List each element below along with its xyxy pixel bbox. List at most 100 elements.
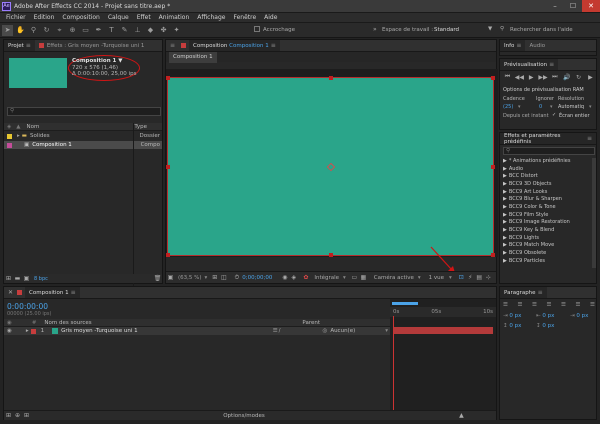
effects-item[interactable]: ▶ BCC9 Match Move (500, 242, 596, 250)
align-center-icon[interactable]: ☰ (518, 302, 523, 308)
audio-icon[interactable]: 🔊 (562, 73, 571, 82)
transform-handle-tr[interactable] (491, 76, 495, 80)
menu-affichage[interactable]: Affichage (197, 14, 225, 21)
views-dropdown-icon[interactable]: ▾ (449, 275, 452, 281)
tab-effects-presets[interactable]: Effets et paramètres prédéfinis ≡ (500, 133, 596, 145)
resolution-dropdown-icon[interactable]: ▾ (343, 275, 346, 281)
ignore-field[interactable]: 0 (539, 104, 542, 110)
zoom-slider-icon[interactable]: ▲ (457, 411, 466, 420)
toggle-switches-modes[interactable]: Options/modes (223, 413, 265, 419)
work-area-bar[interactable] (392, 302, 418, 305)
transform-handle-bc[interactable] (329, 253, 333, 257)
layer-label-color-icon[interactable] (30, 328, 36, 334)
justify-left-icon[interactable]: ☰ (547, 302, 552, 308)
show-snapshot-icon[interactable]: ◈ (289, 273, 298, 282)
effects-item[interactable]: ▶ BCC9 3D Objects (500, 180, 596, 188)
resolution-dropdown-icon-preview[interactable]: ▾ (589, 104, 592, 110)
layer-expand-icon[interactable]: ▸ (26, 328, 29, 334)
next-frame-icon[interactable]: ▶▶ (538, 73, 547, 82)
justify-center-icon[interactable]: ☰ (561, 302, 566, 308)
col-type[interactable]: Type (134, 124, 147, 130)
effects-item[interactable]: ▶ BCC9 Film Style (500, 211, 596, 219)
new-folder-icon[interactable]: ▬ (13, 274, 22, 283)
rotate-tool-icon[interactable]: ↻ (41, 25, 52, 36)
tab-composition[interactable]: Composition Composition 1 ≡ (189, 40, 280, 51)
pen-tool-icon[interactable]: ✒ (93, 25, 104, 36)
always-preview-icon[interactable]: ▣ (166, 273, 175, 282)
fast-previews-icon[interactable]: ⚡ (466, 273, 475, 282)
current-time-indicator[interactable] (393, 316, 394, 416)
quality-switch-icon[interactable]: / (279, 328, 281, 334)
effects-item[interactable]: ▶ BCC9 Color & Tone (500, 203, 596, 211)
composition-canvas[interactable] (166, 76, 495, 257)
workspace-arrows-icon[interactable]: » (373, 26, 377, 33)
first-frame-icon[interactable]: ⏮ (503, 73, 512, 82)
text-tool-icon[interactable]: T (106, 25, 117, 36)
rectangle-tool-icon[interactable]: ▭ (80, 25, 91, 36)
trash-icon[interactable]: 🗑 (153, 274, 162, 283)
layer-duration-bar[interactable] (393, 327, 493, 334)
full-screen-checkbox[interactable]: ✓ (552, 112, 556, 118)
menu-fenetre[interactable]: Fenêtre (233, 14, 256, 21)
transform-handle-tl[interactable] (166, 76, 170, 80)
sub-tab-composition[interactable]: Composition 1 (169, 51, 217, 63)
shy-switch-icon[interactable]: ☰ (273, 328, 278, 334)
timeline-timecode[interactable]: 0:00:00:00 (7, 302, 48, 311)
menu-composition[interactable]: Composition (62, 14, 99, 21)
tab-timeline-composition[interactable]: Composition 1 ≡ (25, 287, 80, 298)
indent-right[interactable]: ⇤ 0 px (536, 313, 554, 319)
minimize-button[interactable]: – (546, 0, 564, 12)
tab-info[interactable]: Info ≡ (500, 40, 526, 51)
tab-audio[interactable]: Audio (525, 40, 549, 51)
views-select[interactable]: 1 vue (429, 275, 444, 281)
tab-preview[interactable]: Prévisualisation ≡ (500, 59, 559, 70)
bpc-label[interactable]: 8 bpc (34, 276, 48, 282)
interpret-footage-icon[interactable]: ⊞ (4, 274, 13, 283)
brush-tool-icon[interactable]: ✎ (119, 25, 130, 36)
ram-options-label[interactable]: Options de prévisualisation RAM (503, 87, 584, 93)
time-icon[interactable]: ⏱ (232, 273, 241, 282)
project-item-composition[interactable]: ▣ Composition 1 Compo (4, 141, 162, 149)
layer-parent-select[interactable]: Aucun(e) (330, 328, 355, 334)
transform-handle-mr[interactable] (491, 165, 495, 169)
new-comp-icon[interactable]: ▣ (22, 274, 31, 283)
layer-visibility-icon[interactable]: ◉ (7, 328, 12, 334)
toggle-pixel-aspect-icon[interactable]: ⊡ (457, 273, 466, 282)
effects-item[interactable]: ▶ Audio (500, 165, 596, 173)
effects-item[interactable]: ▶ BCC9 Particles (500, 257, 596, 265)
timeline-icon[interactable]: ▤ (475, 273, 484, 282)
parent-pickwhip-icon[interactable]: ◎ (323, 328, 328, 334)
magnification-dropdown-icon[interactable]: ▾ (205, 275, 208, 281)
camera-select[interactable]: Caméra active (374, 275, 414, 281)
transform-handle-ml[interactable] (166, 165, 170, 169)
col-name[interactable]: Nom (26, 124, 39, 130)
anchor-point-icon[interactable] (326, 162, 336, 172)
menu-fichier[interactable]: Fichier (6, 14, 26, 21)
indent-first-line[interactable]: ⇥ 0 px (570, 313, 588, 319)
menu-aide[interactable]: Aide (264, 14, 277, 21)
indent-left[interactable]: ⇥ 0 px (503, 313, 521, 319)
magnification-select[interactable]: (63,5 %) (178, 275, 202, 281)
help-search-input[interactable]: Rechercher dans l'aide (510, 27, 573, 33)
close-button[interactable]: ✕ (582, 0, 600, 12)
switches-icon[interactable]: ⊕ (13, 411, 22, 420)
tab-paragraph[interactable]: Paragraphe ≡ (500, 287, 547, 298)
zoom-tool-icon[interactable]: ⚲ (28, 25, 39, 36)
snap-checkbox[interactable] (254, 26, 260, 32)
ignore-dropdown-icon[interactable]: ▾ (550, 104, 553, 110)
effects-item[interactable]: ▶ BCC9 Lights (500, 234, 596, 242)
roi-icon[interactable]: ▭ (350, 273, 359, 282)
expand-icon[interactable]: ⊞ (22, 411, 31, 420)
resolution-select-preview[interactable]: Automatiq (558, 104, 584, 110)
camera-tool-icon[interactable]: ⌖ (54, 25, 65, 36)
effects-item[interactable]: ▶ BCC9 Obsolete (500, 249, 596, 257)
timeline-layer-row[interactable]: ◉ ▸ 1 Gris moyen -Turquoise uni 1 ☰ / ◎ … (4, 327, 390, 335)
selection-tool-icon[interactable]: ➤ (2, 24, 13, 36)
clone-tool-icon[interactable]: ⊥ (132, 25, 143, 36)
from-current-label[interactable]: Depuis cet instant (503, 113, 549, 119)
effects-item[interactable]: ▶ * Animations prédéfinies (500, 157, 596, 165)
resolution-select[interactable]: Intégrale (314, 275, 339, 281)
play-icon[interactable]: ▶ (527, 73, 536, 82)
flowchart-icon[interactable]: ⊹ (484, 273, 493, 282)
loop-icon[interactable]: ↻ (574, 73, 583, 82)
